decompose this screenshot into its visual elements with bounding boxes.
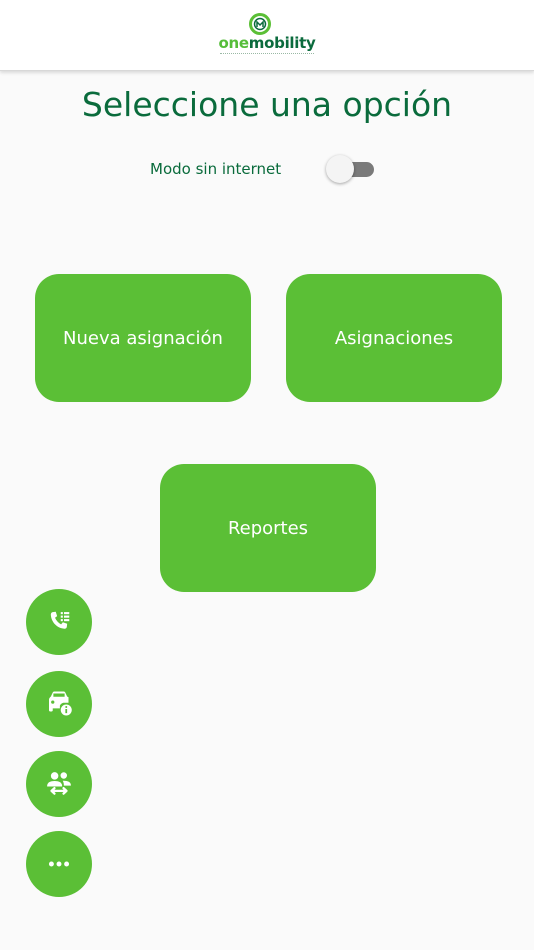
logo-tagline-line <box>220 53 314 57</box>
page-title: Seleccione una opción <box>81 85 453 124</box>
logo-wordmark: onemobility <box>200 35 334 51</box>
vehicle-info-button[interactable] <box>26 671 92 737</box>
logo-mobility-text: mobility <box>248 34 316 52</box>
logo-one-text: one <box>218 34 250 52</box>
assignments-button[interactable]: Asignaciones <box>286 274 502 402</box>
toggle-thumb <box>326 155 354 183</box>
phone-list-button[interactable] <box>26 589 92 655</box>
car-info-icon <box>49 691 72 716</box>
people-swap-icon <box>47 772 71 795</box>
swap-people-button[interactable] <box>26 751 92 817</box>
more-options-button[interactable] <box>26 831 92 897</box>
logo-mark-icon <box>249 13 271 35</box>
app-header: onemobility <box>0 0 534 71</box>
offline-mode-toggle[interactable] <box>324 155 376 183</box>
more-horizontal-icon <box>48 861 70 867</box>
offline-mode-label: Modo sin internet <box>150 160 282 178</box>
onemobility-logo: onemobility <box>200 8 334 64</box>
phone-list-icon <box>50 611 70 629</box>
reports-button[interactable]: Reportes <box>160 464 376 592</box>
new-assignment-button[interactable]: Nueva asignación <box>35 274 251 402</box>
